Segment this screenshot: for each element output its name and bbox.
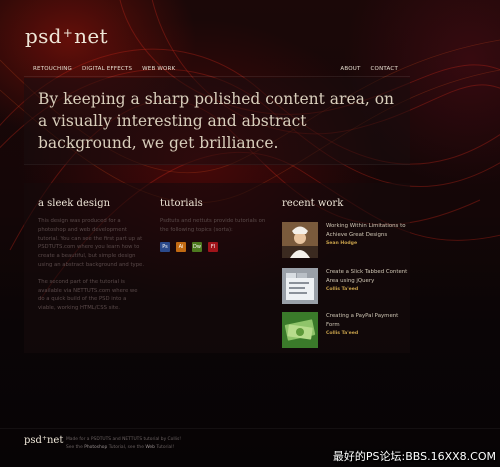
forum-watermark: 最好的PS论坛:BBS.16XX8.COM xyxy=(332,450,496,463)
recent-work-item[interactable]: Create a Slick Tabbed Content Area using… xyxy=(282,268,412,306)
footer-suffix: Tutorial! xyxy=(156,445,175,450)
recent-work-title[interactable]: Create a Slick Tabbed Content Area using… xyxy=(326,268,410,286)
tabbed-content-thumbnail[interactable] xyxy=(282,268,318,304)
nav-web-work[interactable]: WEB WORK xyxy=(142,66,175,72)
main-nav: RETOUCHING DIGITAL EFFECTS WEB WORK xyxy=(33,66,183,72)
sleek-paragraph-1: This design was produced for a photoshop… xyxy=(38,218,144,268)
nav-divider xyxy=(24,76,410,77)
recent-work-author: Collis Ta'eed xyxy=(326,331,359,336)
recent-work-item[interactable]: Creating a PayPal Payment Form Collis Ta… xyxy=(282,312,412,350)
illustrator-icon[interactable]: Ai xyxy=(176,242,186,252)
secondary-nav: ABOUT CONTACT xyxy=(340,66,398,72)
site-logo[interactable]: psd+net xyxy=(25,24,108,48)
logo-plus: + xyxy=(62,26,74,40)
logo-text-net: net xyxy=(74,24,108,48)
nav-retouching[interactable]: RETOUCHING xyxy=(33,66,72,72)
footer-text: Made for a PSDTUTS and NETTUTS tutorial … xyxy=(66,436,181,452)
footer-credit: Made for a PSDTUTS and NETTUTS tutorial … xyxy=(66,437,182,442)
nav-digital-effects[interactable]: DIGITAL EFFECTS xyxy=(82,66,132,72)
recent-work-heading: recent work xyxy=(282,198,344,209)
hero-text: By keeping a sharp polished content area… xyxy=(38,90,395,152)
tutorials-text: Psdtuts and nettuts provide tutorials on… xyxy=(160,218,266,233)
logo-text-psd: psd xyxy=(25,24,62,48)
footer-logo-psd: psd xyxy=(24,435,42,446)
recent-work-author: Collis Ta'eed xyxy=(326,287,359,292)
photoshop-icon[interactable]: Ps xyxy=(160,242,170,252)
recent-work-item[interactable]: Working Within Limitations to Achieve Gr… xyxy=(282,222,412,260)
footer-middle: Tutorial, see the xyxy=(108,445,144,450)
footer-links-line: See the Photoshop Tutorial, see the Web … xyxy=(66,444,181,452)
recent-work-title[interactable]: Working Within Limitations to Achieve Gr… xyxy=(326,222,410,240)
footer-photoshop-link[interactable]: Photoshop xyxy=(84,445,107,450)
recent-work-title[interactable]: Creating a PayPal Payment Form xyxy=(326,312,410,330)
dreamweaver-icon[interactable]: Dw xyxy=(192,242,202,252)
footer-divider xyxy=(0,428,500,429)
sleek-design-text: This design was produced for a photoshop… xyxy=(38,217,144,321)
sleek-design-heading: a sleek design xyxy=(38,198,111,209)
hero-panel: By keeping a sharp polished content area… xyxy=(24,78,410,165)
footer-logo[interactable]: psd+net xyxy=(24,435,63,446)
footer-web-link[interactable]: Web xyxy=(145,445,155,450)
tutorial-icons: Ps Ai Dw Fl xyxy=(160,242,218,252)
footer-prefix: See the xyxy=(66,445,83,450)
tutorials-heading: tutorials xyxy=(160,198,203,209)
nav-about[interactable]: ABOUT xyxy=(340,66,360,72)
chef-thumbnail[interactable] xyxy=(282,222,318,258)
footer-logo-net: net xyxy=(46,435,64,446)
recent-work-author: Sean Hodge xyxy=(326,241,358,246)
flash-icon[interactable]: Fl xyxy=(208,242,218,252)
sleek-paragraph-2: The second part of the tutorial is avail… xyxy=(38,278,138,312)
nav-contact[interactable]: CONTACT xyxy=(371,66,398,72)
paypal-form-thumbnail[interactable] xyxy=(282,312,318,348)
